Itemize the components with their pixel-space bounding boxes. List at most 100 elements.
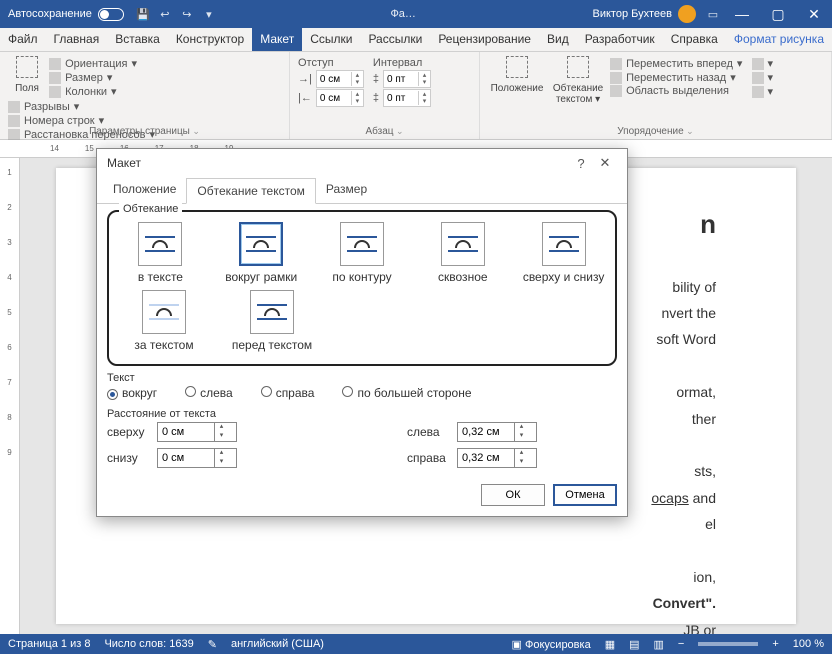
status-language[interactable]: английский (США) bbox=[231, 638, 324, 650]
layout-dialog: Макет ? ✕ Положение Обтекание текстом Ра… bbox=[96, 148, 628, 517]
orientation-button[interactable]: Ориентация ▾ bbox=[49, 57, 137, 70]
distance-label: Расстояние от текста bbox=[107, 408, 617, 420]
selection-pane-icon bbox=[610, 85, 622, 97]
vertical-ruler[interactable]: 123456789 bbox=[0, 158, 20, 634]
wrap-topbottom-option[interactable]: сверху и снизу bbox=[520, 222, 607, 284]
selection-pane-button[interactable]: Область выделения bbox=[610, 85, 742, 97]
status-focus[interactable]: ▣ Фокусировка bbox=[512, 638, 591, 651]
rotate-button[interactable]: ▾ bbox=[752, 85, 774, 98]
zoom-in-button[interactable]: + bbox=[772, 638, 778, 650]
statusbar: Страница 1 из 8 Число слов: 1639 ✎ англи… bbox=[0, 634, 832, 654]
menu-layout[interactable]: Макет bbox=[252, 28, 302, 51]
line-numbers-icon bbox=[8, 115, 20, 127]
radio-around[interactable]: вокруг bbox=[107, 386, 157, 400]
group-page-setup: Параметры страницы bbox=[0, 126, 289, 137]
maximize-button[interactable]: ▢ bbox=[760, 6, 796, 23]
group-paragraph: Абзац bbox=[290, 126, 479, 137]
zoom-out-button[interactable]: − bbox=[678, 638, 684, 650]
save-icon[interactable]: 💾 bbox=[132, 8, 154, 21]
zoom-value[interactable]: 100 % bbox=[793, 638, 824, 650]
view-read-icon[interactable]: ▤ bbox=[629, 638, 639, 651]
minimize-button[interactable]: — bbox=[724, 6, 760, 22]
ribbon-options-icon[interactable]: ▭ bbox=[702, 8, 724, 21]
status-wordcount[interactable]: Число слов: 1639 bbox=[104, 638, 193, 650]
text-section-label: Текст bbox=[107, 372, 617, 384]
send-backward-button[interactable]: Переместить назад ▾ bbox=[610, 71, 742, 84]
dist-bottom-input[interactable]: ▴▾ bbox=[157, 448, 237, 468]
menu-help[interactable]: Справка bbox=[663, 28, 726, 51]
wrap-behind-option[interactable]: за текстом bbox=[117, 290, 211, 352]
redo-icon[interactable]: ↪ bbox=[176, 8, 198, 21]
account[interactable]: Виктор Бухтеев bbox=[587, 5, 702, 23]
dist-left-input[interactable]: ▴▾ bbox=[457, 422, 537, 442]
menu-format-picture[interactable]: Формат рисунка bbox=[726, 28, 832, 51]
indent-left-input[interactable]: ▴▾ bbox=[316, 70, 364, 88]
dist-top-input[interactable]: ▴▾ bbox=[157, 422, 237, 442]
radio-largest[interactable]: по большей стороне bbox=[342, 386, 471, 400]
status-page[interactable]: Страница 1 из 8 bbox=[8, 638, 90, 650]
wrap-group: Обтекание в тексте вокруг рамки по конту… bbox=[107, 210, 617, 366]
rotate-icon bbox=[752, 86, 764, 98]
tab-size[interactable]: Размер bbox=[316, 177, 377, 203]
spacing-before-icon: ‡ bbox=[373, 73, 379, 85]
menu-design[interactable]: Конструктор bbox=[168, 28, 252, 51]
spacing-before-input[interactable]: ▴▾ bbox=[383, 70, 431, 88]
cancel-button[interactable]: Отмена bbox=[553, 484, 617, 506]
tab-position[interactable]: Положение bbox=[103, 177, 186, 203]
bring-forward-button[interactable]: Переместить вперед ▾ bbox=[610, 57, 742, 70]
wrap-front-option[interactable]: перед текстом bbox=[225, 290, 319, 352]
menu-developer[interactable]: Разработчик bbox=[577, 28, 663, 51]
margins-button[interactable]: Поля bbox=[8, 56, 46, 94]
dist-right-label: справа bbox=[407, 451, 457, 465]
titlebar: Автосохранение 💾 ↩ ↪ ▾ Фа… Виктор Бухтее… bbox=[0, 0, 832, 28]
status-spellcheck-icon[interactable]: ✎ bbox=[208, 638, 217, 651]
zoom-slider[interactable] bbox=[698, 642, 758, 646]
autosave-label: Автосохранение bbox=[8, 8, 92, 20]
menu-insert[interactable]: Вставка bbox=[107, 28, 168, 51]
wrap-square-option[interactable]: вокруг рамки bbox=[218, 222, 305, 284]
menu-file[interactable]: Файл bbox=[0, 28, 46, 51]
wrap-through-option[interactable]: сквозное bbox=[419, 222, 506, 284]
dialog-help-button[interactable]: ? bbox=[569, 156, 593, 171]
position-button[interactable]: Положение bbox=[488, 56, 546, 94]
doc-line: Convert". bbox=[136, 592, 716, 614]
qat-dropdown-icon[interactable]: ▾ bbox=[198, 8, 220, 21]
wrap-text-button[interactable]: Обтекание текстом ▾ bbox=[549, 56, 607, 105]
columns-button[interactable]: Колонки ▾ bbox=[49, 85, 137, 98]
tab-wrap[interactable]: Обтекание текстом bbox=[186, 178, 315, 204]
menu-view[interactable]: Вид bbox=[539, 28, 577, 51]
wrap-tight-option[interactable]: по контуру bbox=[319, 222, 406, 284]
menu-home[interactable]: Главная bbox=[46, 28, 108, 51]
dialog-title: Макет bbox=[107, 156, 141, 170]
menu-mailings[interactable]: Рассылки bbox=[360, 28, 430, 51]
radio-right[interactable]: справа bbox=[261, 386, 315, 400]
breaks-button[interactable]: Разрывы ▾ bbox=[8, 100, 155, 113]
spacing-after-input[interactable]: ▴▾ bbox=[383, 89, 431, 107]
dialog-close-button[interactable]: ✕ bbox=[593, 155, 617, 171]
avatar-icon bbox=[678, 5, 696, 23]
dialog-tabs: Положение Обтекание текстом Размер bbox=[97, 177, 627, 204]
radio-left[interactable]: слева bbox=[185, 386, 233, 400]
doc-line bbox=[136, 540, 716, 562]
indent-right-icon: |← bbox=[298, 92, 312, 104]
autosave-toggle[interactable] bbox=[98, 8, 124, 21]
wrap-group-label: Обтекание bbox=[119, 203, 182, 215]
group-objects-button[interactable]: ▾ bbox=[752, 71, 774, 84]
menu-references[interactable]: Ссылки bbox=[302, 28, 360, 51]
indent-right-input[interactable]: ▴▾ bbox=[316, 89, 364, 107]
view-print-icon[interactable]: ▦ bbox=[605, 638, 615, 651]
size-button[interactable]: Размер ▾ bbox=[49, 71, 137, 84]
wrap-inline-option[interactable]: в тексте bbox=[117, 222, 204, 284]
undo-icon[interactable]: ↩ bbox=[154, 8, 176, 21]
menu-review[interactable]: Рецензирование bbox=[430, 28, 539, 51]
orientation-icon bbox=[49, 58, 61, 70]
dist-top-label: сверху bbox=[107, 425, 157, 439]
dist-right-input[interactable]: ▴▾ bbox=[457, 448, 537, 468]
wrap-text-icon bbox=[567, 56, 589, 78]
spacing-after-icon: ‡ bbox=[373, 92, 379, 104]
close-button[interactable]: ✕ bbox=[796, 6, 832, 23]
view-web-icon[interactable]: ▥ bbox=[654, 638, 664, 651]
ok-button[interactable]: ОК bbox=[481, 484, 545, 506]
align-button[interactable]: ▾ bbox=[752, 57, 774, 70]
menubar: Файл Главная Вставка Конструктор Макет С… bbox=[0, 28, 832, 52]
